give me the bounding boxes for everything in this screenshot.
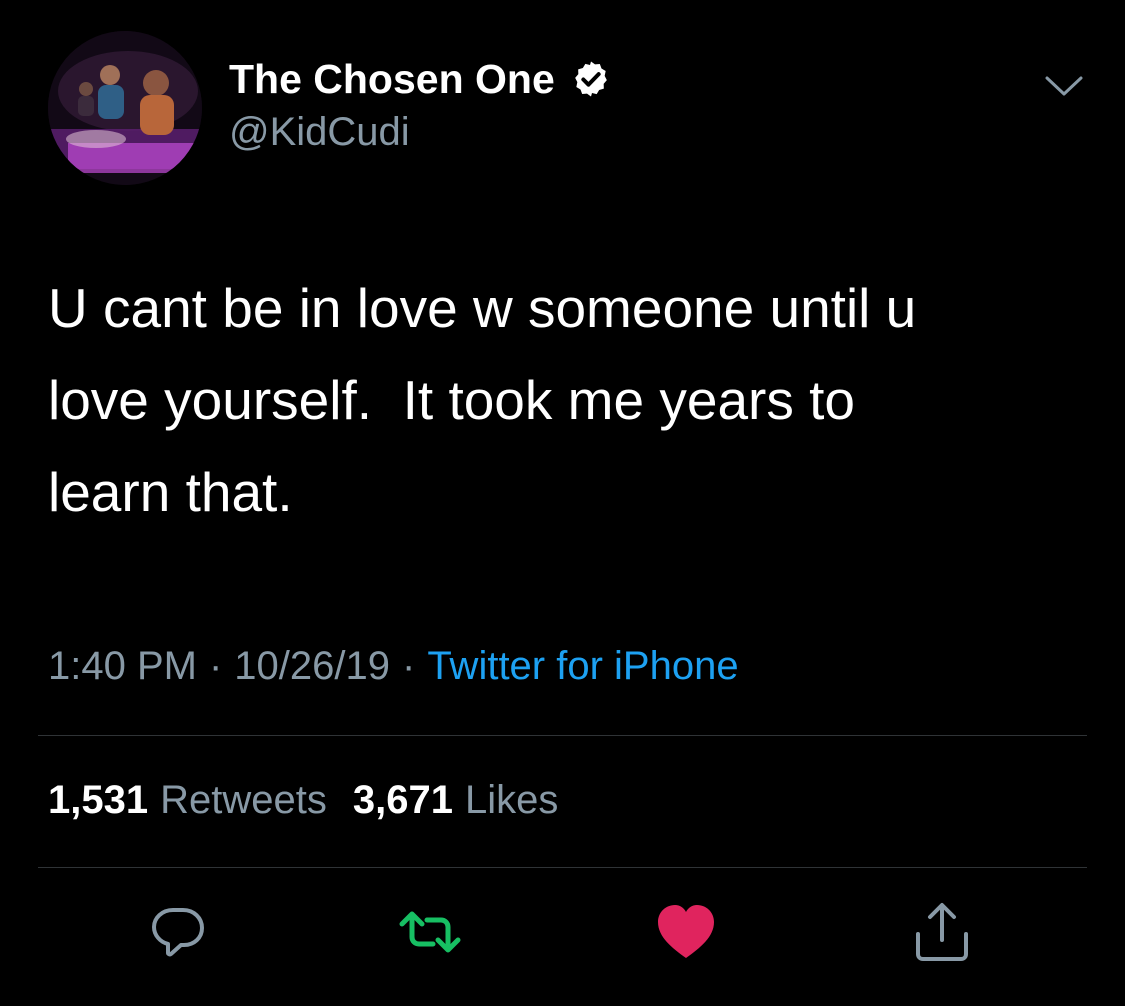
- retweets-stat[interactable]: 1,531 Retweets: [48, 778, 327, 823]
- avatar[interactable]: [48, 31, 202, 185]
- verified-badge-icon: [571, 59, 611, 99]
- likes-stat[interactable]: 3,671 Likes: [353, 778, 559, 823]
- likes-count: 3,671: [352, 778, 453, 822]
- reply-button[interactable]: [146, 900, 210, 964]
- divider: [38, 867, 1087, 868]
- retweet-icon: [399, 911, 461, 953]
- like-button[interactable]: [654, 900, 718, 964]
- user-handle[interactable]: @KidCudi: [229, 110, 410, 155]
- likes-label: Likes: [464, 778, 559, 822]
- meta-separator: ·: [402, 644, 416, 688]
- tweet-stats: 1,531 Retweets 3,671 Likes: [48, 778, 558, 823]
- meta-separator: ·: [208, 644, 223, 688]
- tweet-date[interactable]: 10/26/19: [234, 644, 390, 689]
- reply-icon: [152, 908, 204, 957]
- tweet-time[interactable]: 1:40 PM: [48, 644, 197, 689]
- divider: [38, 735, 1087, 736]
- heart-icon: [658, 905, 714, 958]
- tweet-metadata: 1:40 PM · 10/26/19 · Twitter for iPhone: [48, 644, 739, 689]
- tweet-source-link[interactable]: Twitter for iPhone: [427, 644, 738, 689]
- share-icon: [916, 903, 968, 961]
- tweet-text: U cant be in love w someone until u love…: [48, 277, 917, 523]
- avatar-photo: [48, 31, 202, 185]
- retweet-button[interactable]: [398, 900, 462, 964]
- tweet-detail: The Chosen One @KidCudi U cant be in lov…: [0, 0, 1125, 1006]
- chevron-down-icon[interactable]: [1044, 74, 1084, 98]
- author-name-row[interactable]: The Chosen One: [229, 55, 611, 103]
- retweets-count: 1,531: [48, 778, 149, 822]
- retweets-label: Retweets: [160, 778, 327, 822]
- display-name[interactable]: The Chosen One: [229, 56, 555, 103]
- share-button[interactable]: [910, 900, 974, 964]
